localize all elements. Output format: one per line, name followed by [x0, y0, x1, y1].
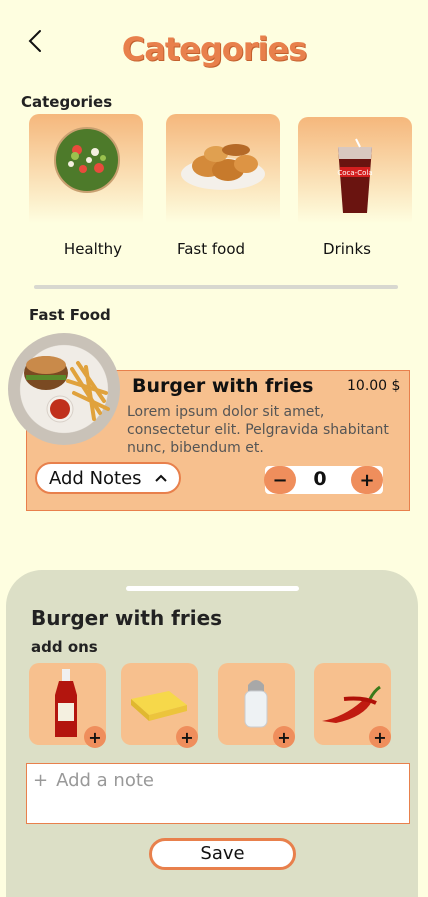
category-card-drinks[interactable]: Coca-Cola [298, 117, 412, 229]
sheet-title: Burger with fries [31, 606, 223, 630]
food-item-description: Lorem ipsum dolor sit amet, consectetur … [127, 404, 389, 456]
chevron-up-icon [154, 474, 167, 482]
sheet-drag-handle[interactable] [126, 586, 299, 591]
quantity-value: 0 [313, 468, 327, 490]
decrease-quantity-button[interactable]: − [264, 466, 296, 494]
add-note-placeholder: Add a note [56, 770, 154, 791]
add-notes-label: Add Notes [49, 467, 142, 489]
category-label-fast-food: Fast food [176, 240, 246, 258]
increase-quantity-button[interactable]: + [351, 466, 383, 494]
section-divider [34, 285, 398, 289]
burger-fries-image [8, 333, 120, 445]
category-label-healthy: Healthy [63, 240, 123, 258]
cola-glass-icon: Coca-Cola [337, 138, 373, 213]
addons-heading: add ons [31, 638, 98, 656]
addon-butter-add-button[interactable]: + [176, 726, 198, 748]
category-card-healthy[interactable] [29, 114, 143, 229]
plus-icon: + [33, 770, 49, 791]
fried-chicken-icon [181, 144, 265, 190]
food-item-name: Burger with fries [132, 375, 314, 397]
svg-text:Coca-Cola: Coca-Cola [337, 169, 372, 177]
add-notes-button[interactable]: Add Notes [35, 462, 181, 494]
category-label-drinks: Drinks [323, 240, 371, 258]
fast-food-heading: Fast Food [29, 306, 111, 324]
categories-heading: Categories [21, 93, 113, 111]
save-button[interactable]: Save [149, 838, 296, 870]
category-card-fast-food[interactable] [166, 114, 280, 229]
food-item-price: 10.00 $ [347, 378, 401, 394]
addon-chili-add-button[interactable]: + [369, 726, 391, 748]
salad-bowl-icon [54, 127, 120, 193]
page-title: Categories [121, 30, 307, 68]
addon-salt-add-button[interactable]: + [273, 726, 295, 748]
addon-ketchup-add-button[interactable]: + [84, 726, 106, 748]
add-note-field[interactable]: + Add a note [26, 763, 410, 824]
